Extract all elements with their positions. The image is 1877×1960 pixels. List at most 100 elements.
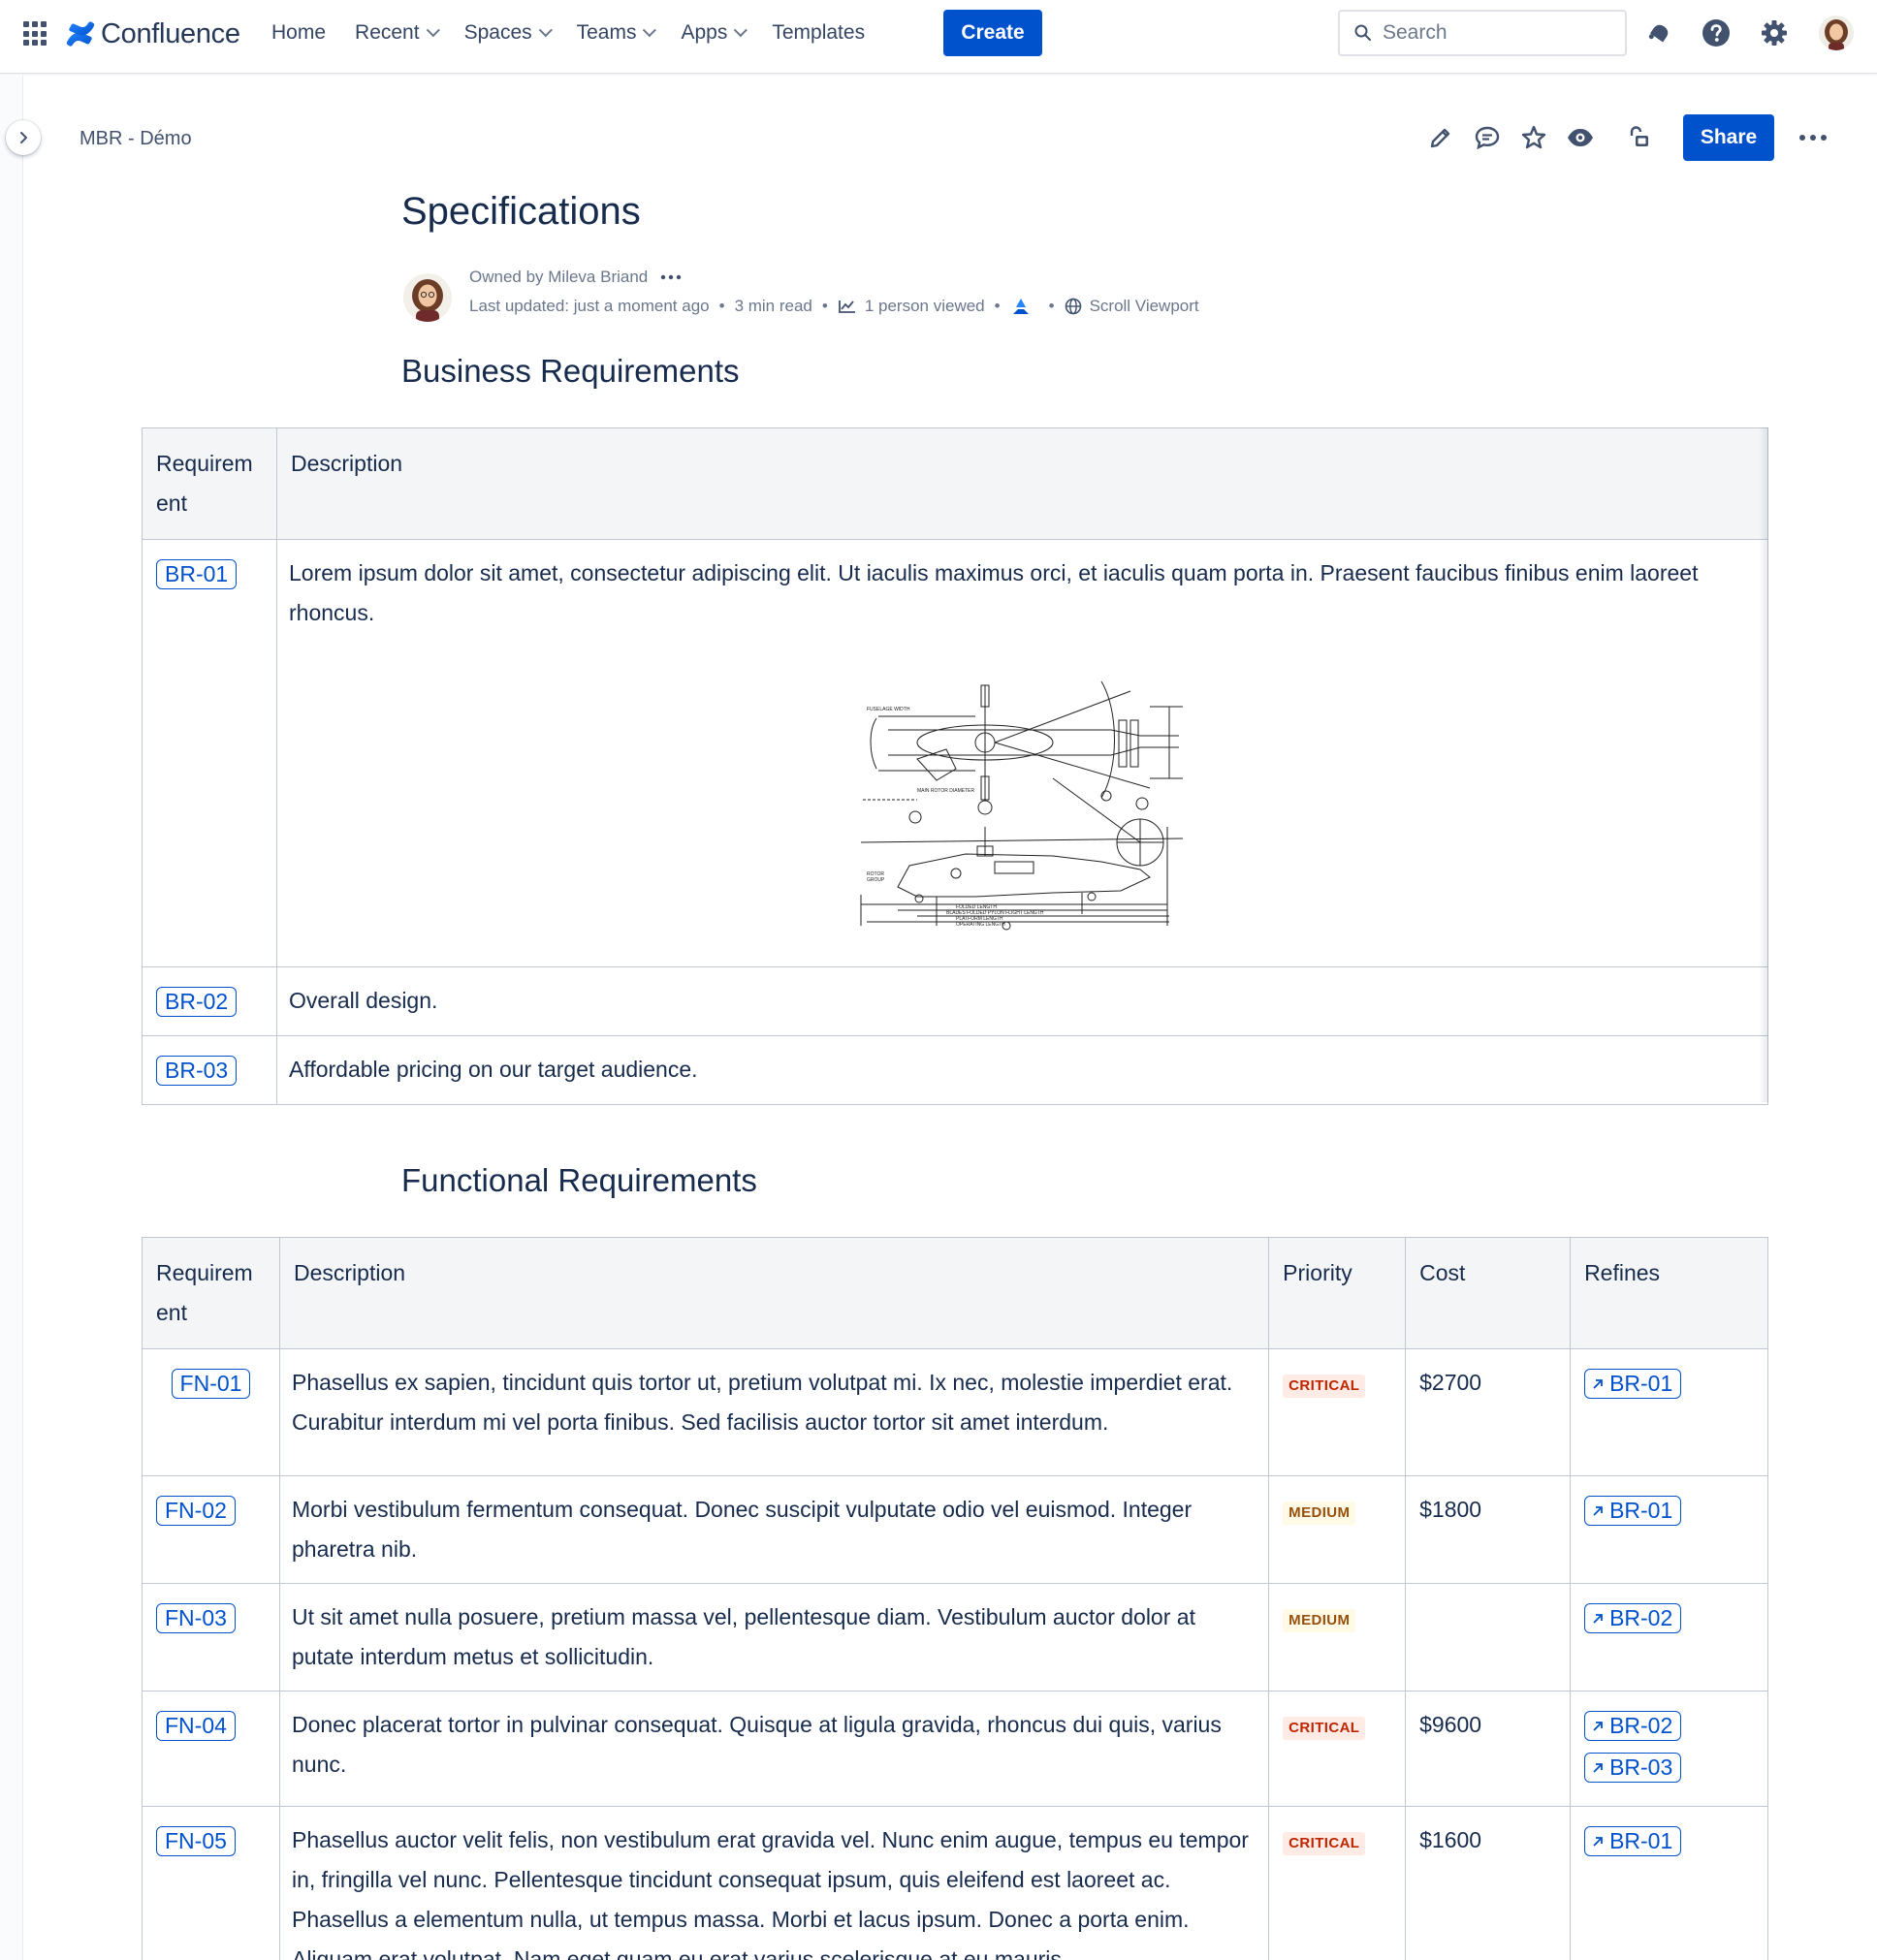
atlassian-app-icon[interactable]: [1010, 297, 1032, 316]
chevron-down-icon: [643, 23, 657, 38]
requirement-cell: BR-03: [142, 1035, 277, 1105]
svg-text:MAIN ROTOR DIAMETER: MAIN ROTOR DIAMETER: [917, 788, 974, 794]
refines-link[interactable]: BR-02: [1584, 1711, 1682, 1741]
expand-sidebar-button[interactable]: [6, 120, 41, 155]
table-row: FN-05 Phasellus auctor velit felis, non …: [142, 1806, 1768, 1960]
nav-home[interactable]: Home: [271, 21, 326, 45]
description-cell: Lorem ipsum dolor sit amet, consectetur …: [276, 539, 1768, 967]
requirement-cell: FN-03: [142, 1583, 280, 1691]
table-row: BR-03 Affordable pricing on our target a…: [142, 1035, 1768, 1105]
arrow-up-right-icon: [1593, 1505, 1603, 1516]
restrictions-unlock-icon[interactable]: [1615, 114, 1662, 161]
chevron-down-icon: [426, 23, 440, 38]
description-cell: Phasellus ex sapien, tincidunt quis tort…: [278, 1348, 1270, 1476]
table-row: FN-03 Ut sit amet nulla posuere, pretium…: [142, 1583, 1768, 1691]
search-box[interactable]: [1338, 10, 1627, 56]
watch-icon[interactable]: [1557, 114, 1604, 161]
refines-cell: BR-02: [1570, 1583, 1768, 1691]
requirement-id[interactable]: FN-04: [156, 1711, 236, 1741]
helicopter-technical-drawing[interactable]: FUSELAGE WIDTH MAIN ROTOR DIAMETER ROTOR…: [859, 672, 1185, 932]
nav-home-label: Home: [271, 21, 327, 44]
refines-link[interactable]: BR-03: [1584, 1753, 1682, 1783]
requirement-id[interactable]: FN-03: [156, 1603, 236, 1633]
table-header-row: Requirem ent Description Priority Cost R…: [142, 1237, 1768, 1349]
notifications-icon[interactable]: [1642, 16, 1677, 50]
nav-apps-label: Apps: [681, 21, 728, 44]
priority-cell: CRITICAL: [1268, 1348, 1407, 1476]
priority-cell: CRITICAL: [1268, 1806, 1407, 1960]
refines-label: BR-01: [1609, 1498, 1673, 1523]
requirement-cell: BR-01: [142, 539, 277, 967]
viewed-count[interactable]: 1 person viewed: [865, 297, 985, 316]
refines-link[interactable]: BR-01: [1584, 1496, 1682, 1526]
refines-link[interactable]: BR-01: [1584, 1826, 1682, 1856]
column-header-cost: Cost: [1405, 1237, 1572, 1349]
requirement-id[interactable]: FN-02: [156, 1496, 236, 1526]
nav-templates[interactable]: Templates: [772, 21, 865, 45]
header-text: Requirem ent: [156, 1260, 253, 1325]
owner-row: Owned by Mileva Briand: [469, 268, 683, 287]
description-cell: Donec placerat tortor in pulvinar conseq…: [278, 1691, 1270, 1807]
separator: •: [821, 297, 828, 315]
requirement-id[interactable]: FN-05: [156, 1826, 236, 1856]
last-updated[interactable]: Last updated: just a moment ago: [469, 297, 710, 316]
column-header-requirement: Requirem ent: [142, 427, 277, 540]
requirement-id[interactable]: FN-01: [171, 1369, 251, 1399]
functional-requirements-table: Requirem ent Description Priority Cost R…: [142, 1237, 1768, 1960]
logo-text: Confluence: [101, 17, 240, 49]
business-requirements-table: Requirem ent Description BR-01 Lorem ips…: [142, 427, 1768, 1105]
cost-cell: $2700: [1405, 1348, 1572, 1476]
functional-requirements-heading: Functional Requirements: [401, 1162, 757, 1198]
priority-lozenge: CRITICAL: [1283, 1375, 1366, 1398]
sidebar-collapsed: [0, 75, 23, 1960]
refines-link[interactable]: BR-02: [1584, 1603, 1682, 1633]
refines-label: BR-03: [1609, 1755, 1673, 1780]
nav-spaces[interactable]: Spaces: [464, 21, 553, 45]
nav-teams[interactable]: Teams: [576, 21, 657, 45]
requirement-cell: FN-01: [142, 1348, 280, 1476]
arrow-up-right-icon: [1593, 1762, 1603, 1773]
cost-cell: $1800: [1405, 1475, 1572, 1584]
nav-apps[interactable]: Apps: [681, 21, 748, 45]
nav-teams-label: Teams: [576, 21, 637, 44]
star-icon[interactable]: [1511, 114, 1557, 161]
chevron-right-icon: [20, 132, 27, 143]
priority-lozenge: CRITICAL: [1283, 1832, 1366, 1855]
app-switcher-icon[interactable]: [23, 21, 48, 47]
requirement-id[interactable]: BR-01: [156, 559, 238, 589]
nav-recent[interactable]: Recent: [355, 21, 440, 45]
requirement-id[interactable]: BR-02: [156, 987, 238, 1017]
chevron-down-icon: [538, 23, 553, 38]
breadcrumb[interactable]: MBR - Démo: [80, 128, 192, 150]
create-button[interactable]: Create: [943, 10, 1042, 56]
arrow-up-right-icon: [1593, 1613, 1603, 1624]
priority-lozenge: MEDIUM: [1283, 1609, 1356, 1632]
chevron-down-icon: [734, 23, 748, 38]
more-actions-icon[interactable]: [1790, 114, 1836, 161]
scroll-viewport-link[interactable]: Scroll Viewport: [1090, 297, 1199, 316]
owner-avatar[interactable]: [403, 273, 452, 322]
business-requirements-heading: Business Requirements: [401, 353, 740, 389]
table-row: FN-02 Morbi vestibulum fermentum consequ…: [142, 1475, 1768, 1584]
refines-label: BR-02: [1609, 1713, 1673, 1738]
refines-link[interactable]: BR-01: [1584, 1369, 1682, 1399]
owner-more-icon[interactable]: [659, 273, 683, 281]
share-button[interactable]: Share: [1683, 114, 1774, 161]
confluence-logo[interactable]: Confluence: [66, 17, 240, 50]
requirement-id[interactable]: BR-03: [156, 1056, 238, 1086]
description-cell: Morbi vestibulum fermentum consequat. Do…: [278, 1475, 1270, 1584]
profile-avatar[interactable]: [1819, 16, 1854, 50]
edit-icon[interactable]: [1417, 114, 1464, 161]
nav-templates-label: Templates: [772, 21, 866, 44]
refines-cell: BR-02 BR-03: [1570, 1691, 1768, 1807]
search-input[interactable]: [1383, 21, 1606, 45]
cost-cell: $9600: [1405, 1691, 1572, 1807]
analytics-icon: [838, 299, 857, 314]
priority-lozenge: CRITICAL: [1283, 1717, 1366, 1740]
help-icon[interactable]: [1699, 16, 1734, 50]
owner-text[interactable]: Owned by Mileva Briand: [469, 268, 648, 287]
search-icon: [1354, 24, 1371, 41]
settings-icon[interactable]: [1757, 16, 1792, 50]
comment-icon[interactable]: [1464, 114, 1511, 161]
header-text: Requirem ent: [156, 451, 253, 516]
